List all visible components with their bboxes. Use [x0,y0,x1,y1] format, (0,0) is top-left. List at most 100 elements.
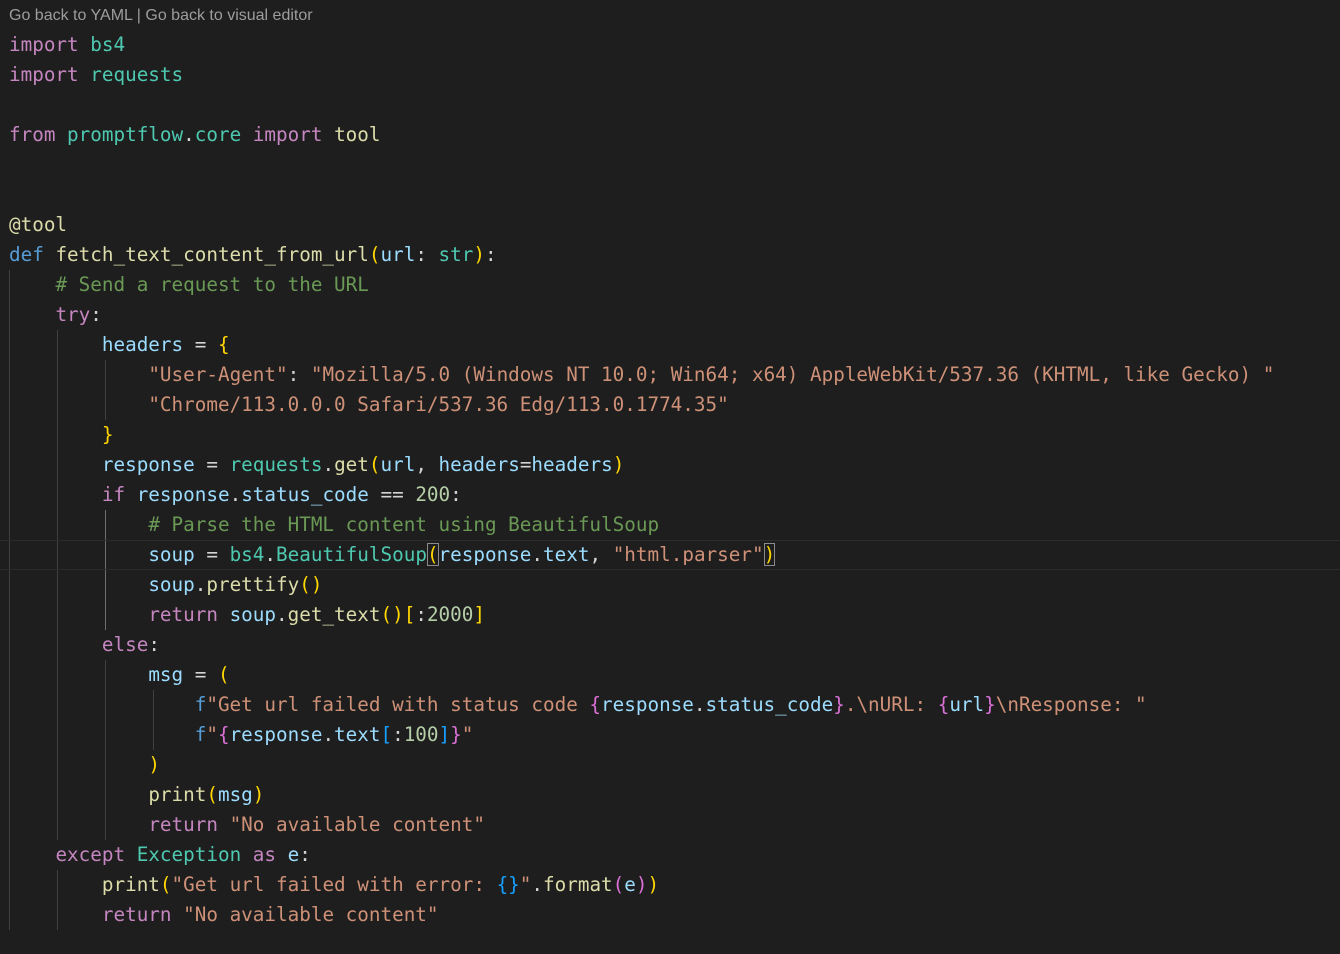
bracket: ) [473,243,485,266]
code-line-24: f"{response.text[:100]}" [0,720,1340,750]
code-line-2: import requests [0,60,1340,90]
dot: . [276,603,288,626]
editor-switch-bar: Go back to YAML | Go back to visual edit… [9,6,313,26]
colon: : [484,243,497,266]
indent-guide [57,390,58,420]
number: 2000 [426,603,474,626]
keyword: try [55,303,91,326]
variable: response [101,453,195,476]
variable: headers [101,333,184,356]
function-name: fetch_text_content_from_url [55,243,369,266]
keyword: else [101,633,149,656]
attribute: text [543,543,590,566]
code-line-30: return "No available content" [0,900,1340,930]
indent-guide [9,720,10,750]
keyword: import [9,33,79,56]
indent-guide [57,450,58,480]
code-line-27: return "No available content" [0,810,1340,840]
indent-guide [9,420,10,450]
comma: , [415,453,439,476]
dot: . [229,483,242,506]
code-line-26: print(msg) [0,780,1340,810]
indent-guide [9,270,10,300]
bracket: () [299,573,323,596]
bracket: {} [496,873,520,896]
dot: . [531,543,544,566]
go-back-to-yaml-link[interactable]: Go back to YAML [9,7,132,24]
function-name: format [543,873,613,896]
keyword: return [101,903,172,926]
class-name: Exception [136,843,242,866]
code-line-11: headers = { [0,330,1340,360]
code-line-19: soup.prettify() [0,570,1340,600]
module-name: requests [90,63,184,86]
indent-guide [9,810,10,840]
variable: response [136,483,230,506]
indent-guide [57,870,58,900]
operator: = [183,663,218,686]
keyword: import [9,63,79,86]
colon: : [299,843,311,866]
code-line-15: response = requests.get(url, headers=hea… [0,450,1340,480]
go-back-to-visual-editor-link[interactable]: Go back to visual editor [145,7,312,24]
module-name: promptflow [67,123,184,146]
bracket: { [217,333,230,356]
string: "User-Agent" [148,363,288,386]
colon: : [148,633,160,656]
bracket: ) [635,873,648,896]
indent-guide [57,900,58,930]
indent-guide [105,690,106,720]
variable: soup [148,573,195,596]
attribute: status_code [705,693,834,716]
indent-guide [57,720,58,750]
string: "Chrome/113.0.0.0 Safari/537.36 Edg/113.… [148,393,729,416]
indent-guide [105,780,106,810]
indent-guide [105,750,106,780]
indent-guide [57,360,58,390]
variable: soup [148,543,195,566]
code-line-8: def fetch_text_content_from_url(url: str… [0,240,1340,270]
code-line-22: msg = ( [0,660,1340,690]
dot: . [194,573,207,596]
code-line-18: soup = bs4.BeautifulSoup(response.text, … [0,540,1340,570]
attribute: status_code [241,483,369,506]
module-name: requests [229,453,323,476]
indent-guide [9,510,10,540]
variable: msg [148,663,184,686]
variable: response [438,543,532,566]
bracket: [ [403,603,416,626]
bracket: } [984,693,996,716]
module-name: core [194,123,242,146]
function-name: prettify [206,573,300,596]
function-name: get_text [287,603,381,626]
code-editor[interactable]: import bs4 import requests from promptfl… [0,30,1340,954]
bracket: ] [438,723,451,746]
keyword: def [9,243,44,266]
indent-guide [9,660,10,690]
indent-guide [57,750,58,780]
variable: response [601,693,694,716]
string: "Get url failed with status code [206,693,590,716]
indent-guide [9,360,10,390]
variable: headers [531,453,613,476]
indent-guide [105,510,106,540]
number: 100 [403,723,439,746]
dot: . [183,123,195,146]
colon: : [415,603,427,626]
link-separator: | [132,7,146,24]
keyword: return [148,603,218,626]
string: .\nURL: [844,693,938,716]
code-line-29: print("Get url failed with error: {}".fo… [0,870,1340,900]
colon: : [450,483,462,506]
bracket: { [589,693,602,716]
code-line-4: from promptflow.core import tool [0,120,1340,150]
bracket: ( [368,453,381,476]
